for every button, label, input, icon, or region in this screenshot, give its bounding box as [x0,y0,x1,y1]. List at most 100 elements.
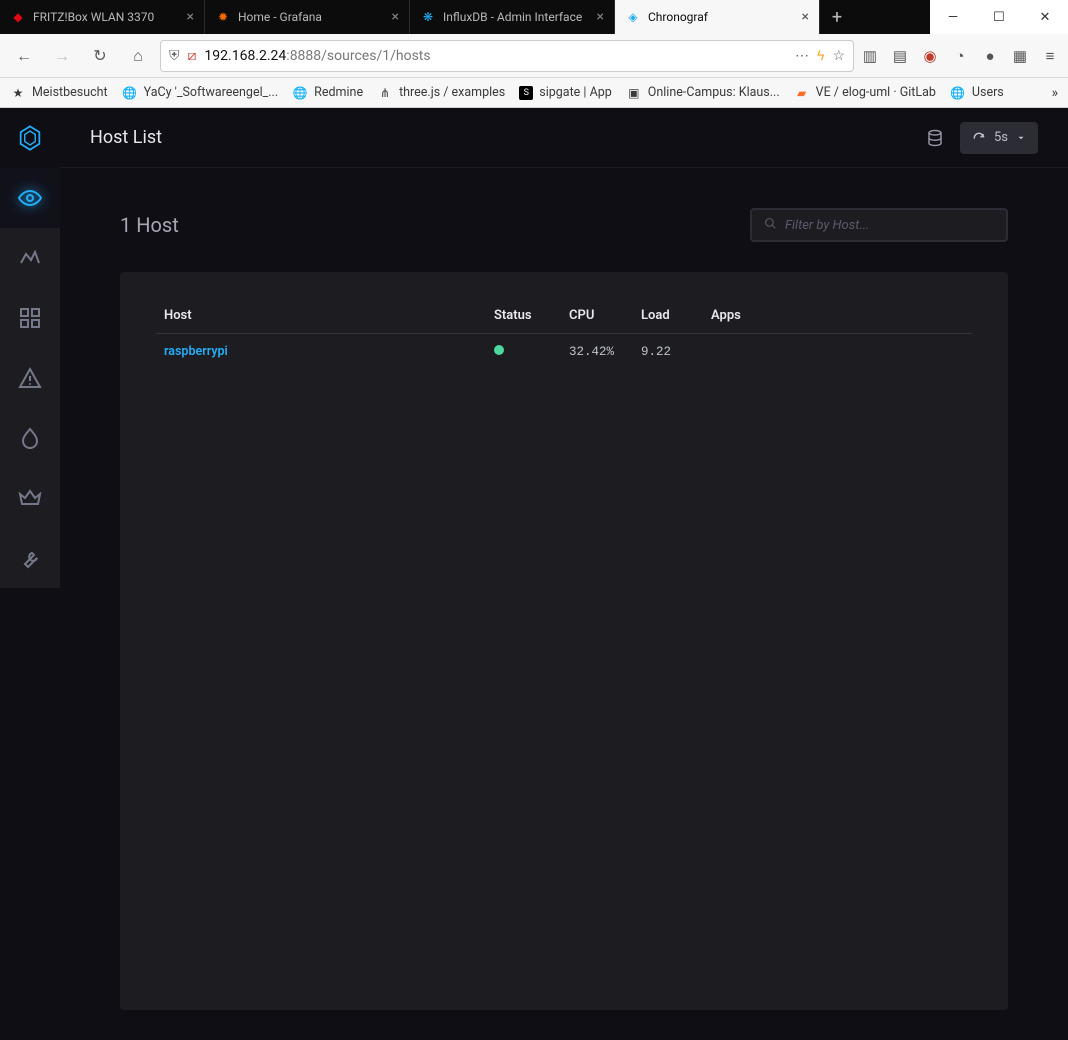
lock-strike-icon[interactable]: ⧄ [188,48,197,64]
drop-icon [18,426,42,450]
shield-icon[interactable]: ⛨ [169,48,180,64]
fritz-favicon-icon: ◆ [10,9,26,25]
sidebar-item-config[interactable] [0,528,60,588]
close-window-button[interactable]: ✕ [1022,0,1068,34]
library-icon[interactable]: ▥ [860,46,880,66]
host-filter[interactable] [750,208,1008,242]
col-header-status[interactable]: Status [486,298,561,334]
sidebar-item-explorer[interactable] [0,228,60,288]
minimize-button[interactable]: — [930,0,976,34]
col-header-load[interactable]: Load [633,298,703,334]
apps-value [703,334,972,370]
host-link[interactable]: raspberrypi [164,344,228,359]
bookmark-item[interactable]: ★Meistbesucht [10,85,108,101]
url-text: 192.168.2.24:8888/sources/1/hosts [204,48,787,64]
sidebar [0,168,60,588]
filter-input[interactable] [785,218,994,233]
lightning-icon[interactable]: ϟ [817,47,824,64]
back-button[interactable]: ← [8,40,40,72]
reader-icon[interactable]: ▤ [890,46,910,66]
sidebar-item-logs[interactable] [0,408,60,468]
grafana-favicon-icon: ✹ [215,9,231,25]
database-icon [926,129,944,147]
database-selector-button[interactable] [918,121,952,155]
extension-icon-2[interactable]: ● [980,46,1000,66]
tab-close-icon[interactable]: × [802,9,809,25]
col-header-apps[interactable]: Apps [703,298,972,334]
autorefresh-selector[interactable]: 5s [960,122,1038,154]
crown-icon [18,486,42,510]
influx-favicon-icon: ❋ [420,9,436,25]
globe-icon: 🌐 [122,85,138,101]
gitlab-icon: ▰ [794,85,810,101]
refresh-icon [972,131,986,145]
tab-title: Chronograf [648,10,795,24]
browser-toolbar: ← → ↻ ⌂ ⛨ ⧄ 192.168.2.24:8888/sources/1/… [0,34,1068,78]
browser-tab[interactable]: ❋ InfluxDB - Admin Interface × [410,0,615,34]
tab-close-icon[interactable]: × [392,9,399,25]
sidebar-item-admin[interactable] [0,468,60,528]
sidebar-item-alerts[interactable] [0,348,60,408]
ellipsis-icon[interactable]: ⋯ [795,48,809,64]
bookmark-item[interactable]: ⋔three.js / examples [377,85,505,101]
tab-title: InfluxDB - Admin Interface [443,10,590,24]
campus-icon: ▣ [626,85,642,101]
star-icon: ★ [10,85,26,101]
bookmark-item[interactable]: 🌐Users [950,85,1004,101]
bookmark-item[interactable]: ▰VE / elog-uml · GitLab [794,85,936,101]
refresh-label: 5s [994,130,1008,145]
three-icon: ⋔ [377,85,393,101]
hosts-table: Host Status CPU Load Apps raspberrypi [156,298,972,369]
hosts-panel: Host Status CPU Load Apps raspberrypi [120,272,1008,1010]
bookmark-item[interactable]: Ssipgate | App [519,85,612,100]
wrench-icon [18,546,42,570]
tab-close-icon[interactable]: × [187,9,194,25]
dashboard-icon [18,306,42,330]
host-count-label: 1 Host [120,213,179,237]
qr-icon[interactable]: ▦ [1010,46,1030,66]
page-title: Host List [90,127,162,148]
eye-icon [18,186,42,210]
status-indicator-icon [494,345,504,355]
browser-tab[interactable]: ◆ FRITZ!Box WLAN 3370 × [0,0,205,34]
maximize-button[interactable]: ☐ [976,0,1022,34]
new-tab-button[interactable]: + [820,0,854,34]
bookmark-item[interactable]: 🌐YaCy '_Softwareengel_... [122,85,279,101]
cpu-value: 32.42% [561,334,633,370]
col-header-host[interactable]: Host [156,298,486,334]
app-header: Host List 5s [60,108,1068,168]
browser-tab[interactable]: ✹ Home - Grafana × [205,0,410,34]
app-logo[interactable] [0,108,60,168]
reload-button[interactable]: ↻ [84,40,116,72]
col-header-cpu[interactable]: CPU [561,298,633,334]
chevron-down-icon [1016,133,1026,143]
tab-title: FRITZ!Box WLAN 3370 [33,10,180,24]
alert-icon [18,366,42,390]
bookmarks-bar: ★Meistbesucht 🌐YaCy '_Softwareengel_... … [0,78,1068,108]
graph-icon [18,246,42,270]
chronograf-favicon-icon: ◈ [625,9,641,25]
sidebar-item-dashboards[interactable] [0,288,60,348]
bookmark-item[interactable]: 🌐Redmine [292,85,363,101]
table-row: raspberrypi 32.42% 9.22 [156,334,972,370]
chronograf-logo-icon [16,124,44,152]
extension-icon-1[interactable]: ◔ [950,46,970,66]
window-controls: — ☐ ✕ [930,0,1068,34]
bookmark-item[interactable]: ▣Online-Campus: Klaus... [626,85,780,101]
globe-icon: 🌐 [292,85,308,101]
browser-tab-active[interactable]: ◈ Chronograf × [615,0,820,34]
address-bar[interactable]: ⛨ ⧄ 192.168.2.24:8888/sources/1/hosts ⋯ … [160,40,854,72]
sipgate-icon: S [519,86,533,100]
tab-close-icon[interactable]: × [597,9,604,25]
browser-titlebar: ◆ FRITZ!Box WLAN 3370 × ✹ Home - Grafana… [0,0,1068,34]
home-button[interactable]: ⌂ [122,40,154,72]
forward-button[interactable]: → [46,40,78,72]
bookmarks-overflow-icon[interactable]: » [1051,85,1058,101]
sidebar-item-hosts[interactable] [0,168,60,228]
search-icon [764,217,777,234]
star-icon[interactable]: ☆ [832,48,845,64]
tab-title: Home - Grafana [238,10,385,24]
menu-icon[interactable]: ≡ [1040,46,1060,66]
adblock-icon[interactable]: ◉ [920,46,940,66]
load-value: 9.22 [633,334,703,370]
